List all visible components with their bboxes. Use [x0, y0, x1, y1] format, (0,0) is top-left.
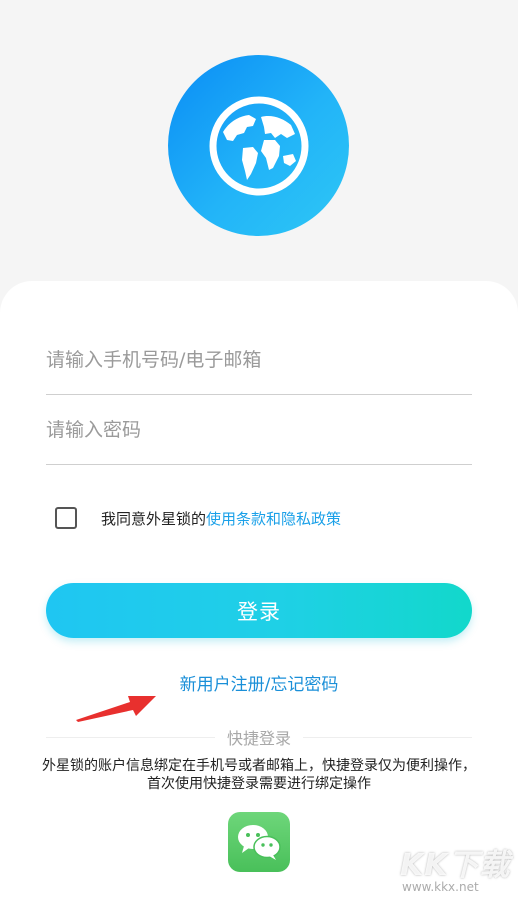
quick-login-title: 快捷登录 [227, 729, 292, 748]
globe-icon [209, 96, 308, 195]
password-input[interactable] [46, 418, 472, 441]
wechat-icon [238, 825, 281, 860]
watermark-brand: KK下载 [400, 848, 511, 883]
account-field [46, 325, 472, 395]
wechat-login-button[interactable] [228, 812, 290, 872]
app-logo [168, 55, 349, 236]
quick-login-notice: 外星锁的账户信息绑定在手机号或者邮箱上，快捷登录仅为便利操作，首次使用快捷登录需… [42, 758, 476, 792]
watermark-url: www.kkx.net [402, 880, 479, 894]
agreement-text: 我同意外星锁的 [101, 509, 207, 528]
password-field [46, 395, 472, 465]
login-button[interactable]: 登录 [46, 583, 472, 638]
agreement-checkbox[interactable] [55, 507, 77, 529]
red-arrow-icon [76, 696, 156, 722]
terms-privacy-link[interactable]: 使用条款和隐私政策 [206, 508, 341, 529]
agreement-row: 我同意外星锁的 使用条款和隐私政策 [55, 505, 341, 531]
quick-login-divider: 快捷登录 [46, 726, 473, 748]
watermark: KK下载 www.kkx.net [400, 840, 514, 898]
divider-line-left [46, 736, 215, 738]
divider-line-right [303, 736, 473, 738]
account-input[interactable] [46, 348, 472, 371]
